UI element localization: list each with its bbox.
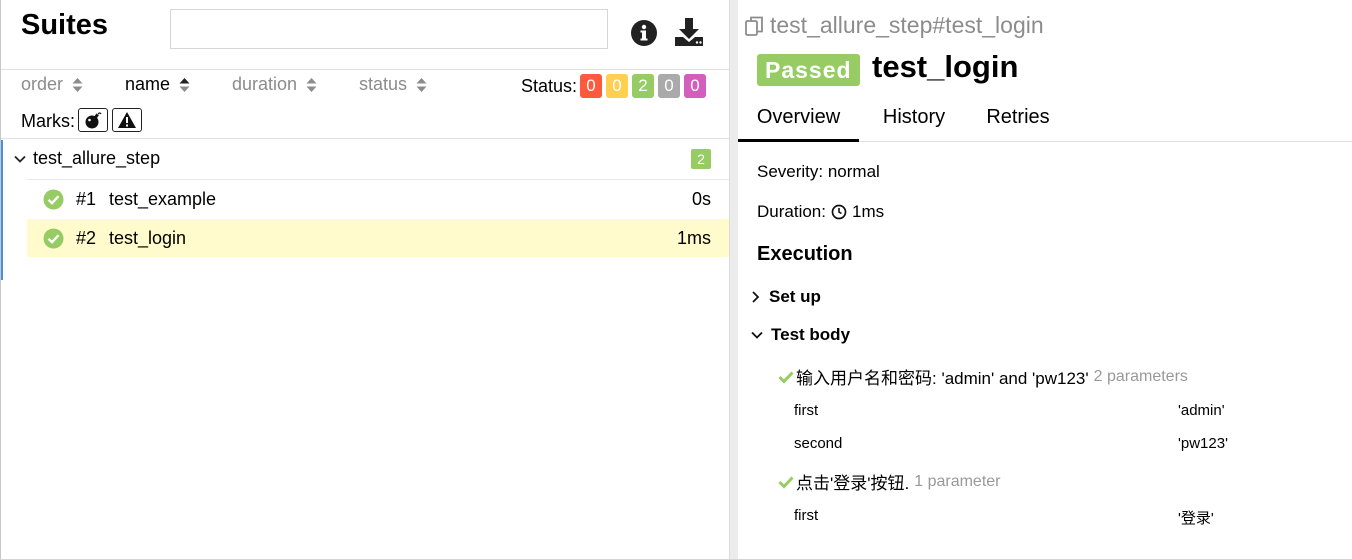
sort-arrows-icon	[72, 77, 83, 92]
clock-icon	[831, 204, 847, 220]
param-name: first	[794, 402, 819, 419]
step-name: 输入用户名和密码: 'admin' and 'pw123'	[796, 369, 1089, 388]
sort-label: duration	[232, 74, 298, 94]
sort-arrows-icon	[306, 77, 317, 92]
sort-label: name	[125, 74, 171, 94]
sort-arrows-icon	[179, 77, 190, 92]
mark-known-issue-button[interactable]	[112, 108, 142, 132]
download-icon[interactable]	[673, 16, 705, 48]
sort-name[interactable]: name	[125, 74, 190, 95]
step-row[interactable]: 输入用户名和密码: 'admin' and 'pw123' 2 paramete…	[778, 364, 1188, 389]
tab-retries[interactable]: Retries	[972, 98, 1064, 142]
tree-item-selected[interactable]: #2 test_login 1ms	[27, 219, 730, 257]
group-count-badge: 2	[691, 149, 711, 169]
chevron-right-icon	[752, 291, 760, 303]
warning-icon	[118, 112, 136, 128]
step-name: 点击'登录'按钮.	[796, 474, 910, 493]
check-icon	[778, 475, 794, 489]
check-circle-icon	[43, 228, 64, 249]
tree-item[interactable]: #1 test_example 0s	[27, 180, 730, 218]
suites-pane: Suites order name duration status Status…	[0, 0, 730, 559]
sort-order[interactable]: order	[21, 74, 83, 95]
status-badge-broken[interactable]: 0	[606, 74, 628, 98]
test-body-section[interactable]: Test body	[750, 325, 850, 345]
check-circle-icon	[43, 189, 64, 210]
status-filter-label: Status:	[521, 76, 578, 96]
mark-flaky-button[interactable]	[78, 108, 108, 132]
divider	[1, 69, 730, 70]
group-name: test_allure_step	[33, 148, 161, 168]
param-value: 'admin'	[1178, 402, 1225, 419]
duration-label: Duration:	[757, 202, 826, 221]
sort-duration[interactable]: duration	[232, 74, 317, 95]
bomb-icon	[85, 112, 102, 129]
chevron-down-icon	[14, 155, 26, 163]
param-name: first	[794, 507, 819, 524]
step-params-count: 1 parameter	[914, 472, 1001, 490]
test-name: test_example	[109, 189, 217, 209]
info-circle-icon[interactable]	[630, 19, 658, 47]
sort-status[interactable]: status	[359, 74, 427, 95]
status-badge-failed[interactable]: 0	[580, 74, 602, 98]
status-badge: Passed	[757, 54, 860, 86]
setup-label: Set up	[769, 287, 821, 306]
tree-group-header[interactable]: test_allure_step 2	[1, 140, 730, 178]
test-details-pane: test_allure_step#test_login Passed test_…	[738, 0, 1352, 559]
tab-overview[interactable]: Overview	[738, 98, 859, 142]
test-number: #2	[76, 228, 97, 248]
execution-heading: Execution	[757, 243, 853, 265]
test-number: #1	[76, 189, 97, 209]
marks-label: Marks:	[21, 111, 75, 131]
breadcrumb-text: test_allure_step#test_login	[770, 12, 1044, 38]
sort-label: status	[359, 74, 408, 94]
status-badge-unknown[interactable]: 0	[684, 74, 706, 98]
divider	[1, 138, 730, 139]
breadcrumb: test_allure_step#test_login	[744, 12, 1044, 39]
step-row[interactable]: 点击'登录'按钮. 1 parameter	[778, 469, 1000, 494]
tab-history[interactable]: History	[868, 98, 960, 142]
sort-arrows-icon	[416, 77, 427, 92]
status-badge-skipped[interactable]: 0	[658, 74, 680, 98]
setup-section[interactable]: Set up	[750, 287, 821, 307]
duration-line: Duration: 1ms	[757, 202, 884, 222]
test-name: test_login	[109, 228, 187, 248]
test-body-label: Test body	[771, 325, 851, 344]
severity: Severity: normal	[757, 162, 880, 181]
param-value: 'pw123'	[1178, 435, 1228, 452]
duration-value: 1ms	[851, 202, 885, 221]
chevron-down-icon	[751, 331, 763, 339]
status-filter-badges: 0 0 2 0 0	[580, 74, 706, 98]
test-duration: 1ms	[676, 228, 711, 248]
search-input[interactable]	[170, 9, 608, 49]
copy-icon[interactable]	[744, 15, 766, 37]
status-badge-passed[interactable]: 2	[632, 74, 654, 98]
check-icon	[778, 370, 794, 384]
step-params-count: 2 parameters	[1093, 367, 1188, 385]
pane-splitter[interactable]	[729, 0, 738, 559]
detail-tabs: Overview History Retries	[738, 98, 1352, 142]
param-name: second	[794, 435, 843, 452]
sort-label: order	[21, 74, 64, 94]
param-value: '登录'	[1178, 510, 1214, 527]
test-duration: 0s	[691, 189, 711, 209]
pane-title: Suites	[21, 9, 109, 41]
page-title: test_login	[872, 49, 1019, 84]
